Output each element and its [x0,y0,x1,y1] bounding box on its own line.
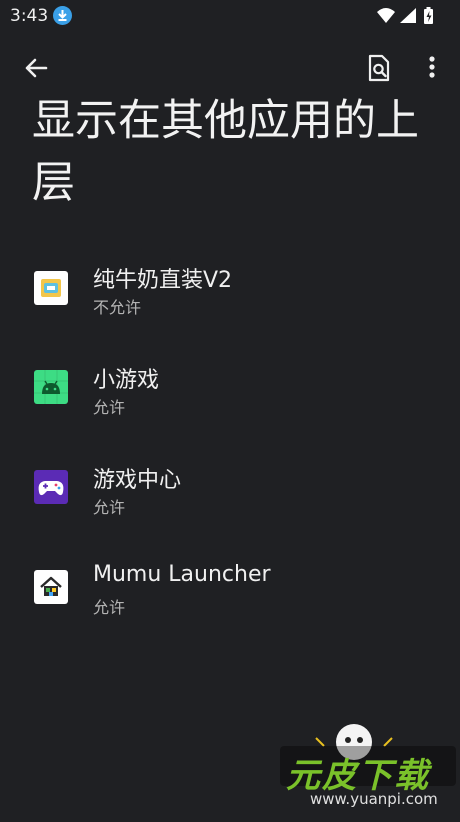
app-permission-status: 允许 [93,498,126,517]
search-in-page-button[interactable] [364,52,394,84]
status-bar: 3:43 [0,0,460,32]
download-notification-icon [53,6,72,25]
list-item[interactable]: Mumu Launcher 允许 [0,536,460,632]
app-name: 小游戏 [93,368,160,393]
house-icon [34,570,68,604]
wifi-icon [377,8,395,23]
gamepad-icon [34,470,68,504]
app-permission-status: 不允许 [93,298,142,317]
android-icon [34,370,68,404]
document-search-icon [368,54,390,82]
app-name: 游戏中心 [93,468,182,493]
list-item[interactable]: 纯牛奶直装V2 不允许 [0,236,460,332]
app-name: Mumu Launcher [93,562,271,587]
list-item[interactable]: 游戏中心 允许 [0,436,460,532]
app-name: 纯牛奶直装V2 [93,268,233,293]
app-permission-status: 允许 [93,398,126,417]
page-title: 显示在其他应用的上层 [32,96,419,208]
list-item[interactable]: 小游戏 允许 [0,336,460,432]
app-permission-status: 允许 [93,598,126,617]
watermark: 元皮下载 www.yuanpi.com [274,716,460,818]
back-arrow-icon [25,58,48,78]
status-icons [376,6,446,26]
back-button[interactable] [20,52,52,84]
watermark-url: www.yuanpi.com [310,790,438,808]
more-options-button[interactable] [420,52,444,84]
milk-app-icon [34,271,68,305]
signal-icon [400,8,416,23]
more-vert-icon [429,56,435,78]
status-time: 3:43 [10,6,49,26]
battery-icon [424,7,433,24]
